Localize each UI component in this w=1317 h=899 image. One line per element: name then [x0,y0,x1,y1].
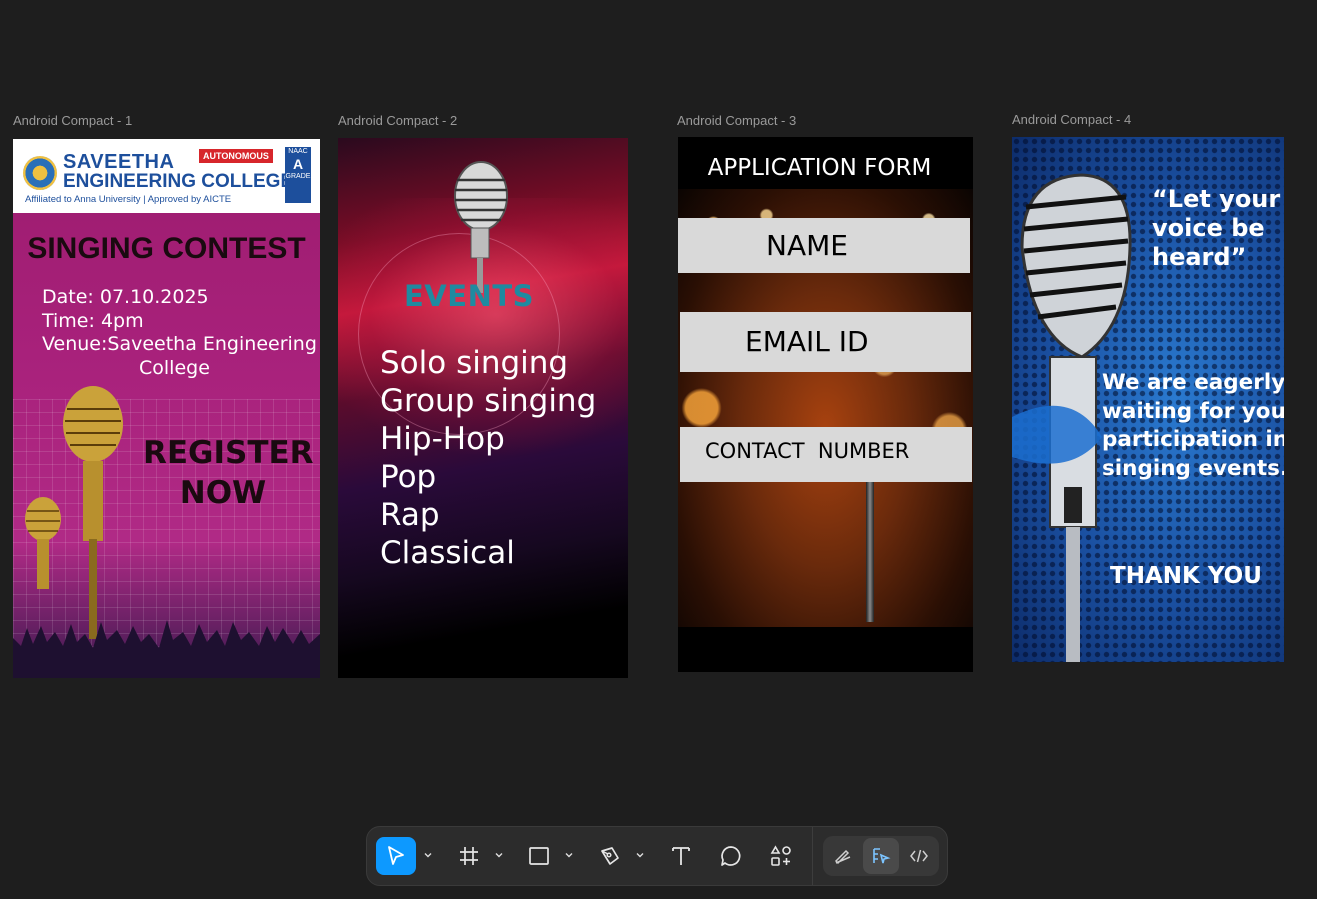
chevron-down-icon[interactable] [423,850,433,860]
event-details: Date: 07.10.2025 Time: 4pm Venue:Saveeth… [42,286,317,380]
design-mode-button[interactable] [863,838,899,874]
text-t-icon [672,847,690,865]
list-item: Rap [380,497,440,533]
frame-label-1[interactable]: Android Compact - 1 [13,113,132,128]
frame-label-3[interactable]: Android Compact - 3 [677,113,796,128]
rectangle-tool-button[interactable] [519,837,559,875]
form-title: APPLICATION FORM [707,155,932,181]
frame-label-4[interactable]: Android Compact - 4 [1012,112,1131,127]
event-time: Time: 4pm [42,309,144,332]
list-item: Hip-Hop [380,421,505,457]
rectangle-icon [529,847,549,865]
frame-grid-icon [460,847,478,865]
name-field[interactable]: NAME [678,218,970,273]
text-tool-button[interactable] [661,837,701,875]
frame-tool-button[interactable] [449,837,489,875]
college-name-line2: ENGINEERING COLLEGE [63,171,294,192]
list-item: Solo singing [380,345,569,381]
thank-you-text: THANK YOU [1110,563,1262,589]
college-logo [23,156,57,190]
list-item: Classical [380,535,515,571]
events-list: Solo singing Group singing Hip-Hop Pop R… [380,344,596,572]
bottom-toolbar [366,826,948,886]
event-venue-line1: Venue:Saveetha Engineering [42,333,317,355]
actions-tool-button[interactable] [761,837,801,875]
naac-grade: A [292,156,304,172]
naac-label: NAAC [288,148,308,155]
register-line1: REGISTER [143,435,314,471]
cursor-arrow-icon [388,846,404,865]
email-field[interactable]: EMAIL ID [680,312,971,372]
message-line-4: singing events. [1102,455,1284,481]
naac-badge: NAAC A GRADE [285,147,311,203]
frame-label-2[interactable]: Android Compact - 2 [338,113,457,128]
contact-number-field[interactable]: CONTACT NUMBER [680,427,972,482]
register-line2: NOW [179,475,267,511]
frame-android-compact-2[interactable]: EVENTS Solo singing Group singing Hip-Ho… [338,138,628,678]
message-line-3: participation in [1102,427,1284,452]
move-tool-button[interactable] [376,837,416,875]
pen-tool-button[interactable] [590,837,630,875]
participation-message: We are eagerly waiting for your particip… [1102,369,1284,483]
chevron-down-icon[interactable] [564,850,574,860]
list-item: Group singing [380,383,597,419]
design-mode-icon [873,848,891,864]
events-heading: EVENTS [404,279,535,313]
frame-android-compact-1[interactable]: SAVEETHA ENGINEERING COLLEGE Affiliated … [13,139,320,678]
quote-line-1: “Let your [1152,185,1281,213]
college-header: SAVEETHA ENGINEERING COLLEGE Affiliated … [13,139,320,213]
chevron-down-icon[interactable] [494,850,504,860]
event-venue-line2: College [139,356,210,379]
frame-android-compact-3[interactable]: APPLICATION FORM NAME EMAIL ID CONTACT N… [678,137,973,672]
pen-nib-icon [601,847,619,865]
message-line-2: waiting for your [1102,398,1284,424]
dev-mode-button[interactable] [901,838,937,874]
crowd-silhouette [13,620,320,678]
quote-line-2: voice be [1152,214,1265,242]
draw-pencil-icon [834,849,851,865]
register-now-text: REGISTER NOW [143,433,314,513]
microphone-icon [454,161,508,293]
shapes-plus-icon [770,845,791,866]
message-line-1: We are eagerly [1102,370,1284,395]
code-brackets-icon [910,849,928,863]
contest-title: SINGING CONTEST [27,232,306,265]
event-date: Date: 07.10.2025 [42,286,209,308]
autonomous-badge: AUTONOMOUS [199,149,273,163]
comment-tool-button[interactable] [711,837,751,875]
frame-android-compact-4[interactable]: “Let your voice be heard” We are eagerly… [1012,137,1284,662]
quote-line-3: heard” [1152,243,1247,271]
list-item: Pop [380,459,437,495]
naac-grade-label: GRADE [285,173,311,180]
affiliation-text: Affiliated to Anna University | Approved… [25,194,232,205]
comment-bubble-icon [721,846,741,866]
mode-switcher [823,836,939,876]
chevron-down-icon[interactable] [635,850,645,860]
quote-text: “Let your voice be heard” [1152,185,1280,272]
microphone-stand [866,482,874,622]
toolbar-divider [812,827,813,885]
draw-mode-button[interactable] [825,838,861,874]
